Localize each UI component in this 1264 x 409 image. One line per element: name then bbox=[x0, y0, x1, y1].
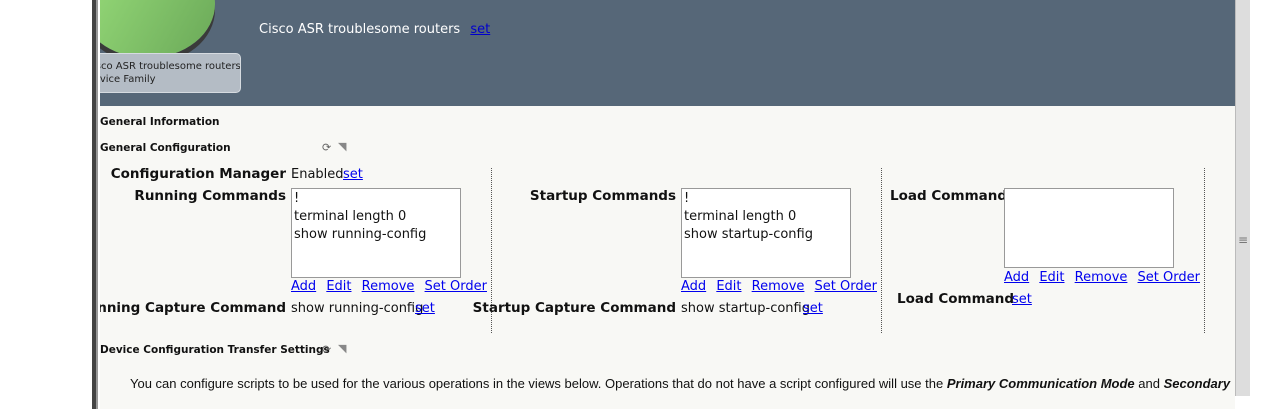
section-general-configuration[interactable]: General Configuration bbox=[100, 142, 231, 154]
device-family-logo bbox=[100, 0, 215, 58]
startup-actions: Add Edit Remove Set Order bbox=[681, 279, 883, 294]
startup-remove-link[interactable]: Remove bbox=[752, 279, 805, 294]
header-title: Cisco ASR troublesome routers set bbox=[259, 22, 490, 37]
startup-edit-link[interactable]: Edit bbox=[716, 279, 741, 294]
list-item[interactable]: ! bbox=[684, 190, 848, 208]
list-item[interactable]: show startup-config bbox=[684, 226, 848, 244]
startup-set-order-link[interactable]: Set Order bbox=[815, 279, 877, 294]
splitter-handle[interactable] bbox=[1235, 0, 1250, 396]
list-item[interactable]: terminal length 0 bbox=[294, 208, 458, 226]
running-commands-list[interactable]: ! terminal length 0 show running-config bbox=[291, 188, 461, 278]
config-manager-label: Configuration Manager bbox=[110, 166, 286, 182]
config-manager-set-link[interactable]: set bbox=[343, 167, 363, 182]
config-manager-value: Enabled bbox=[291, 167, 344, 182]
load-edit-link[interactable]: Edit bbox=[1039, 270, 1064, 285]
running-add-link[interactable]: Add bbox=[291, 279, 316, 294]
section-transfer-settings[interactable]: Device Configuration Transfer Settings bbox=[100, 344, 330, 356]
load-commands-list[interactable] bbox=[1004, 188, 1174, 268]
device-family-title: Cisco ASR troublesome routers bbox=[259, 22, 461, 37]
collapse-icon[interactable]: ◥ bbox=[338, 342, 346, 355]
load-actions: Add Edit Remove Set Order bbox=[1004, 270, 1206, 285]
startup-add-link[interactable]: Add bbox=[681, 279, 706, 294]
running-remove-link[interactable]: Remove bbox=[362, 279, 415, 294]
transfer-intro-text: You can configure scripts to be used for… bbox=[130, 376, 1232, 392]
load-set-order-link[interactable]: Set Order bbox=[1138, 270, 1200, 285]
list-item[interactable]: show running-config bbox=[294, 226, 458, 244]
running-actions: Add Edit Remove Set Order bbox=[291, 279, 493, 294]
scroll-grip-icon[interactable]: ≡ bbox=[1238, 233, 1248, 247]
family-card[interactable]: Cisco ASR troublesome routers Device Fam… bbox=[100, 53, 241, 93]
running-capture-set-link[interactable]: set bbox=[415, 301, 435, 316]
intro-and: and bbox=[1134, 376, 1164, 391]
main-content: Cisco ASR troublesome routers Device Fam… bbox=[100, 0, 1235, 409]
family-name: Cisco ASR troublesome routers bbox=[100, 61, 241, 72]
column-divider bbox=[1204, 168, 1205, 333]
frame-border bbox=[92, 0, 98, 409]
load-commands-label: Load Commands bbox=[890, 188, 1016, 204]
family-type: Device Family bbox=[100, 74, 156, 85]
load-remove-link[interactable]: Remove bbox=[1075, 270, 1128, 285]
list-item[interactable]: terminal length 0 bbox=[684, 208, 848, 226]
startup-commands-label: Startup Commands bbox=[529, 188, 676, 204]
header-band: Cisco ASR troublesome routers Device Fam… bbox=[100, 0, 1235, 106]
refresh-icon[interactable]: ⟳ bbox=[322, 141, 331, 154]
startup-capture-set-link[interactable]: set bbox=[803, 301, 823, 316]
load-command-set-link[interactable]: set bbox=[1012, 292, 1032, 307]
load-command-label: Load Command bbox=[897, 291, 1015, 307]
refresh-icon[interactable]: ⟳ bbox=[322, 343, 331, 356]
list-item[interactable]: ! bbox=[294, 190, 458, 208]
section-general-information[interactable]: General Information bbox=[100, 116, 220, 128]
primary-mode-text: Primary Communication Mode bbox=[946, 376, 1135, 391]
secondary-mode-text: Secondary bbox=[1163, 376, 1231, 391]
collapse-icon[interactable]: ◥ bbox=[338, 140, 346, 153]
running-edit-link[interactable]: Edit bbox=[326, 279, 351, 294]
column-divider bbox=[881, 168, 882, 333]
load-add-link[interactable]: Add bbox=[1004, 270, 1029, 285]
intro-text: You can configure scripts to be used for… bbox=[130, 376, 947, 391]
startup-capture-label: Startup Capture Command bbox=[472, 300, 676, 316]
startup-capture-value: show startup-config bbox=[681, 301, 810, 316]
startup-commands-list[interactable]: ! terminal length 0 show startup-config bbox=[681, 188, 851, 278]
running-capture-value: show running-config bbox=[291, 301, 424, 316]
running-set-order-link[interactable]: Set Order bbox=[425, 279, 487, 294]
running-capture-label: Running Capture Command bbox=[100, 300, 286, 316]
header-set-link[interactable]: set bbox=[470, 22, 490, 37]
running-commands-label: Running Commands bbox=[134, 188, 286, 204]
